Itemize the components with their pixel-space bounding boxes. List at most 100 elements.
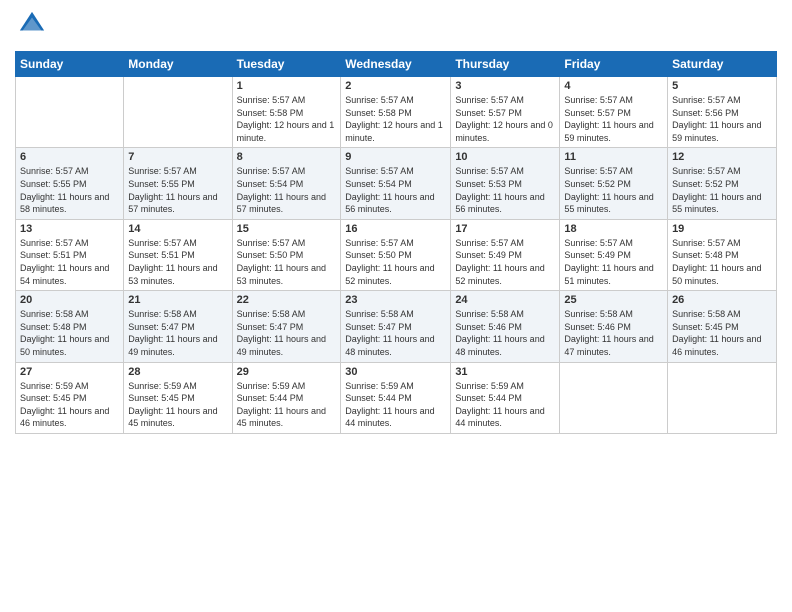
day-info: Sunrise: 5:57 AM Sunset: 5:58 PM Dayligh… <box>345 94 446 144</box>
day-info: Sunrise: 5:59 AM Sunset: 5:45 PM Dayligh… <box>20 380 119 430</box>
day-of-week-header: Monday <box>124 52 232 77</box>
day-number: 18 <box>564 223 663 235</box>
day-info: Sunrise: 5:57 AM Sunset: 5:57 PM Dayligh… <box>564 94 663 144</box>
calendar-cell: 31Sunrise: 5:59 AM Sunset: 5:44 PM Dayli… <box>451 362 560 433</box>
calendar-cell: 21Sunrise: 5:58 AM Sunset: 5:47 PM Dayli… <box>124 291 232 362</box>
calendar-cell: 6 Sunrise: 5:57 AM Sunset: 5:55 PM Daylig… <box>16 148 124 219</box>
day-info: Sunrise: 5:57 AM Sunset: 5:54 PM Dayligh… <box>345 165 446 215</box>
calendar-cell: 23 Sunrise: 5:58 AM Sunset: 5:47 PM Dayli… <box>341 291 451 362</box>
day-number: 5 <box>672 80 772 92</box>
calendar-week-row: 1 Sunrise: 5:57 AM Sunset: 5:58 PM Daylig… <box>16 77 777 148</box>
day-number: 9 <box>345 151 446 163</box>
day-number: 16 <box>345 223 446 235</box>
calendar-week-row: 13 Sunrise: 5:57 AM Sunset: 5:51 PM Dayli… <box>16 219 777 290</box>
day-info: Sunrise: 5:57 AM Sunset: 5:53 PM Dayligh… <box>455 165 555 215</box>
calendar-cell: 14Sunrise: 5:57 AM Sunset: 5:51 PM Dayli… <box>124 219 232 290</box>
day-info: Sunrise: 5:59 AM Sunset: 5:44 PM Dayligh… <box>237 380 337 430</box>
calendar-cell: 28 Sunrise: 5:59 AM Sunset: 5:45 PM Dayli… <box>124 362 232 433</box>
calendar-cell: 26Sunrise: 5:58 AM Sunset: 5:45 PM Dayli… <box>668 291 777 362</box>
day-number: 28 <box>128 366 227 378</box>
calendar-cell: 30Sunrise: 5:59 AM Sunset: 5:44 PM Dayli… <box>341 362 451 433</box>
calendar-cell <box>16 77 124 148</box>
day-of-week-header: Tuesday <box>232 52 341 77</box>
day-number: 23 <box>345 294 446 306</box>
day-info: Sunrise: 5:57 AM Sunset: 5:58 PM Dayligh… <box>237 94 337 144</box>
day-info: Sunrise: 5:57 AM Sunset: 5:50 PM Dayligh… <box>345 237 446 287</box>
day-number: 6 <box>20 151 119 163</box>
day-info: Sunrise: 5:57 AM Sunset: 5:55 PM Dayligh… <box>128 165 227 215</box>
calendar-cell: 12 Sunrise: 5:57 AM Sunset: 5:52 PM Dayli… <box>668 148 777 219</box>
day-number: 24 <box>455 294 555 306</box>
day-info: Sunrise: 5:58 AM Sunset: 5:47 PM Dayligh… <box>345 308 446 358</box>
calendar-table: SundayMondayTuesdayWednesdayThursdayFrid… <box>15 51 777 434</box>
day-info: Sunrise: 5:58 AM Sunset: 5:47 PM Dayligh… <box>237 308 337 358</box>
day-info: Sunrise: 5:57 AM Sunset: 5:52 PM Dayligh… <box>564 165 663 215</box>
day-of-week-header: Saturday <box>668 52 777 77</box>
calendar-header-row: SundayMondayTuesdayWednesdayThursdayFrid… <box>16 52 777 77</box>
page: SundayMondayTuesdayWednesdayThursdayFrid… <box>0 0 792 449</box>
calendar-cell: 2 Sunrise: 5:57 AM Sunset: 5:58 PM Daylig… <box>341 77 451 148</box>
day-of-week-header: Friday <box>560 52 668 77</box>
day-number: 13 <box>20 223 119 235</box>
calendar-cell: 1 Sunrise: 5:57 AM Sunset: 5:58 PM Daylig… <box>232 77 341 148</box>
calendar-cell <box>560 362 668 433</box>
day-number: 26 <box>672 294 772 306</box>
calendar-cell: 9 Sunrise: 5:57 AM Sunset: 5:54 PM Daylig… <box>341 148 451 219</box>
calendar-cell: 7 Sunrise: 5:57 AM Sunset: 5:55 PM Daylig… <box>124 148 232 219</box>
day-number: 22 <box>237 294 337 306</box>
day-number: 8 <box>237 151 337 163</box>
logo-icon <box>18 10 46 38</box>
day-info: Sunrise: 5:58 AM Sunset: 5:47 PM Dayligh… <box>128 308 227 358</box>
day-info: Sunrise: 5:57 AM Sunset: 5:49 PM Dayligh… <box>455 237 555 287</box>
calendar-cell: 4 Sunrise: 5:57 AM Sunset: 5:57 PM Daylig… <box>560 77 668 148</box>
calendar-cell: 29 Sunrise: 5:59 AM Sunset: 5:44 PM Dayli… <box>232 362 341 433</box>
day-info: Sunrise: 5:57 AM Sunset: 5:51 PM Dayligh… <box>20 237 119 287</box>
day-of-week-header: Thursday <box>451 52 560 77</box>
calendar-cell: 22 Sunrise: 5:58 AM Sunset: 5:47 PM Dayli… <box>232 291 341 362</box>
day-info: Sunrise: 5:57 AM Sunset: 5:51 PM Dayligh… <box>128 237 227 287</box>
day-info: Sunrise: 5:57 AM Sunset: 5:52 PM Dayligh… <box>672 165 772 215</box>
day-info: Sunrise: 5:57 AM Sunset: 5:54 PM Dayligh… <box>237 165 337 215</box>
day-info: Sunrise: 5:59 AM Sunset: 5:44 PM Dayligh… <box>345 380 446 430</box>
day-number: 17 <box>455 223 555 235</box>
calendar-cell: 20Sunrise: 5:58 AM Sunset: 5:48 PM Dayli… <box>16 291 124 362</box>
day-of-week-header: Sunday <box>16 52 124 77</box>
calendar-cell: 18 Sunrise: 5:57 AM Sunset: 5:49 PM Dayli… <box>560 219 668 290</box>
day-of-week-header: Wednesday <box>341 52 451 77</box>
calendar-cell: 8 Sunrise: 5:57 AM Sunset: 5:54 PM Daylig… <box>232 148 341 219</box>
day-info: Sunrise: 5:57 AM Sunset: 5:56 PM Dayligh… <box>672 94 772 144</box>
calendar-cell: 15 Sunrise: 5:57 AM Sunset: 5:50 PM Dayli… <box>232 219 341 290</box>
day-number: 4 <box>564 80 663 92</box>
logo <box>15 10 46 43</box>
day-info: Sunrise: 5:57 AM Sunset: 5:57 PM Dayligh… <box>455 94 555 144</box>
day-number: 7 <box>128 151 227 163</box>
calendar-cell: 11Sunrise: 5:57 AM Sunset: 5:52 PM Dayli… <box>560 148 668 219</box>
day-number: 1 <box>237 80 337 92</box>
day-info: Sunrise: 5:57 AM Sunset: 5:55 PM Dayligh… <box>20 165 119 215</box>
calendar-cell: 13 Sunrise: 5:57 AM Sunset: 5:51 PM Dayli… <box>16 219 124 290</box>
calendar-cell: 10 Sunrise: 5:57 AM Sunset: 5:53 PM Dayli… <box>451 148 560 219</box>
calendar-week-row: 6 Sunrise: 5:57 AM Sunset: 5:55 PM Daylig… <box>16 148 777 219</box>
calendar-cell: 25 Sunrise: 5:58 AM Sunset: 5:46 PM Dayli… <box>560 291 668 362</box>
day-number: 2 <box>345 80 446 92</box>
day-number: 12 <box>672 151 772 163</box>
day-info: Sunrise: 5:58 AM Sunset: 5:46 PM Dayligh… <box>564 308 663 358</box>
day-info: Sunrise: 5:59 AM Sunset: 5:44 PM Dayligh… <box>455 380 555 430</box>
day-number: 29 <box>237 366 337 378</box>
day-info: Sunrise: 5:57 AM Sunset: 5:50 PM Dayligh… <box>237 237 337 287</box>
day-number: 10 <box>455 151 555 163</box>
day-info: Sunrise: 5:59 AM Sunset: 5:45 PM Dayligh… <box>128 380 227 430</box>
calendar-cell: 27 Sunrise: 5:59 AM Sunset: 5:45 PM Dayli… <box>16 362 124 433</box>
day-info: Sunrise: 5:58 AM Sunset: 5:46 PM Dayligh… <box>455 308 555 358</box>
day-info: Sunrise: 5:57 AM Sunset: 5:49 PM Dayligh… <box>564 237 663 287</box>
day-number: 15 <box>237 223 337 235</box>
day-number: 25 <box>564 294 663 306</box>
day-number: 27 <box>20 366 119 378</box>
day-info: Sunrise: 5:57 AM Sunset: 5:48 PM Dayligh… <box>672 237 772 287</box>
day-info: Sunrise: 5:58 AM Sunset: 5:48 PM Dayligh… <box>20 308 119 358</box>
calendar-cell: 17 Sunrise: 5:57 AM Sunset: 5:49 PM Dayli… <box>451 219 560 290</box>
day-number: 3 <box>455 80 555 92</box>
calendar-cell: 16 Sunrise: 5:57 AM Sunset: 5:50 PM Dayli… <box>341 219 451 290</box>
calendar-cell <box>124 77 232 148</box>
calendar-week-row: 27 Sunrise: 5:59 AM Sunset: 5:45 PM Dayli… <box>16 362 777 433</box>
